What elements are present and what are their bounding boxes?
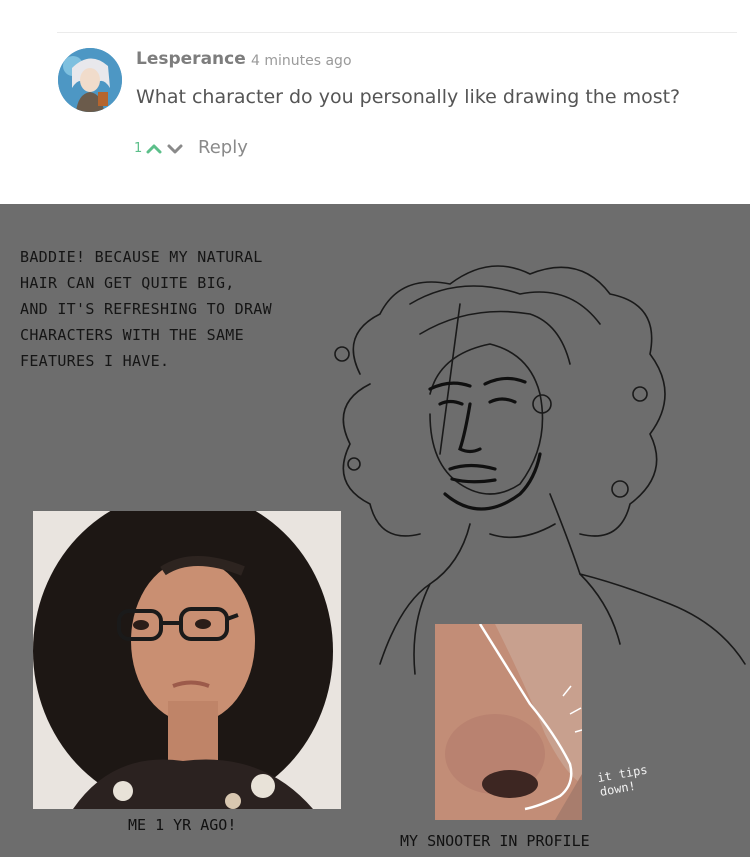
- panel-text-line: FEATURES I HAVE.: [20, 352, 170, 370]
- nose-caption: MY SNOOTER IN PROFILE: [400, 832, 590, 850]
- reply-button[interactable]: Reply: [198, 137, 248, 158]
- comment-text: What character do you personally like dr…: [136, 86, 681, 108]
- nose-annotation: it tips down!: [596, 762, 649, 799]
- timestamp: 4 minutes ago: [251, 53, 352, 69]
- character-sketch: [334, 265, 746, 675]
- panel-text-line: HAIR CAN GET QUITE BIG,: [20, 274, 235, 292]
- panel-text: BADDIE! BECAUSE MY NATURAL HAIR CAN GET …: [20, 244, 350, 374]
- divider: [57, 32, 737, 33]
- nose-photo: [435, 624, 582, 820]
- selfie-photo: [33, 511, 341, 809]
- photo-caption: ME 1 YR AGO!: [128, 816, 237, 834]
- avatar[interactable]: [58, 48, 122, 112]
- comic-panel: BADDIE! BECAUSE MY NATURAL HAIR CAN GET …: [0, 204, 750, 857]
- chevron-down-icon[interactable]: [166, 140, 184, 158]
- vote-count: 1: [134, 141, 143, 156]
- comment-card: Lesperance 4 minutes ago What character …: [0, 0, 750, 204]
- panel-text-line: CHARACTERS WITH THE SAME: [20, 326, 244, 344]
- panel-text-line: BADDIE! BECAUSE MY NATURAL: [20, 248, 263, 266]
- panel-text-line: AND IT'S REFRESHING TO DRAW: [20, 300, 272, 318]
- chevron-up-icon[interactable]: [145, 140, 163, 158]
- username[interactable]: Lesperance: [136, 49, 246, 69]
